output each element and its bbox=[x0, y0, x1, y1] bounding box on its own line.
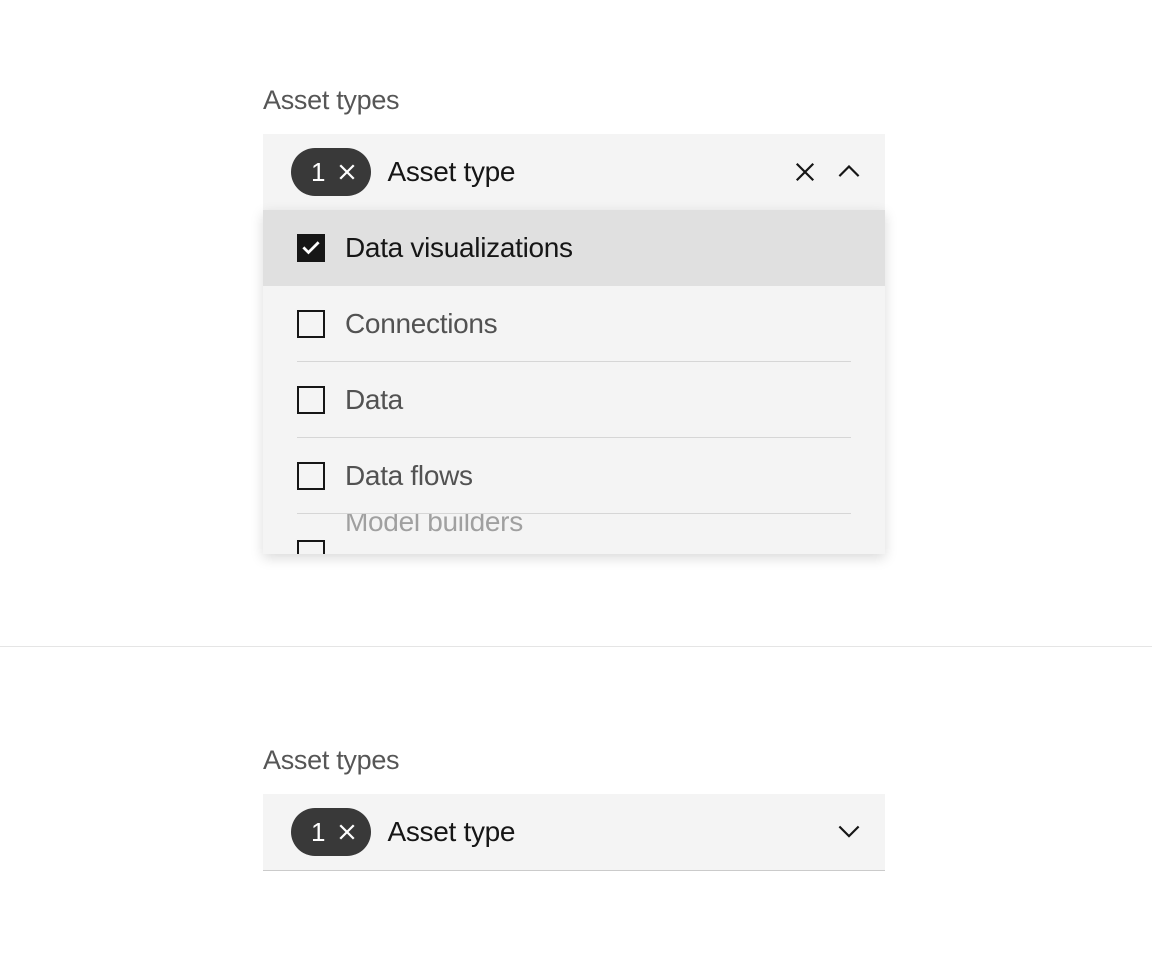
section-divider bbox=[0, 646, 1152, 647]
chevron-up-icon[interactable] bbox=[837, 160, 861, 184]
option-label: Data flows bbox=[345, 460, 473, 492]
multiselect-underline bbox=[263, 870, 885, 871]
dropdown-option-data[interactable]: Data bbox=[263, 362, 885, 438]
clear-selection-icon[interactable] bbox=[335, 820, 359, 844]
chevron-down-icon[interactable] bbox=[837, 820, 861, 844]
close-icon[interactable] bbox=[793, 160, 817, 184]
option-label: Data bbox=[345, 384, 403, 416]
dropdown-option-connections[interactable]: Connections bbox=[263, 286, 885, 362]
option-label: Data visualizations bbox=[345, 232, 573, 264]
multiselect-header-closed[interactable]: 1 Asset type bbox=[263, 794, 885, 870]
checkbox-unchecked[interactable] bbox=[297, 310, 325, 338]
dropdown-option-data-flows[interactable]: Data flows bbox=[263, 438, 885, 514]
checkbox-unchecked[interactable] bbox=[297, 540, 325, 554]
field-label: Asset types bbox=[263, 85, 885, 116]
header-icons bbox=[837, 820, 861, 844]
multiselect-header[interactable]: 1 Asset type bbox=[263, 134, 885, 210]
selection-count-number: 1 bbox=[311, 157, 325, 188]
multiselect-title: Asset type bbox=[387, 156, 793, 188]
checkbox-checked[interactable] bbox=[297, 234, 325, 262]
dropdown-list: Data visualizations Connections Data Dat… bbox=[263, 210, 885, 554]
multiselect-closed-section: Asset types 1 Asset type bbox=[263, 745, 885, 871]
header-icons bbox=[793, 160, 861, 184]
field-label: Asset types bbox=[263, 745, 885, 776]
selection-count-badge[interactable]: 1 bbox=[291, 148, 371, 196]
clear-selection-icon[interactable] bbox=[335, 160, 359, 184]
dropdown-option-model-builders[interactable]: Model builders bbox=[263, 514, 885, 554]
option-divider bbox=[297, 513, 851, 514]
checkbox-unchecked[interactable] bbox=[297, 462, 325, 490]
multiselect-open-section: Asset types 1 Asset type Data visualizat… bbox=[263, 85, 885, 554]
option-label: Connections bbox=[345, 308, 497, 340]
option-label: Model builders bbox=[345, 514, 523, 538]
selection-count-number: 1 bbox=[311, 817, 325, 848]
multiselect-title: Asset type bbox=[387, 816, 837, 848]
checkbox-unchecked[interactable] bbox=[297, 386, 325, 414]
selection-count-badge[interactable]: 1 bbox=[291, 808, 371, 856]
dropdown-option-data-visualizations[interactable]: Data visualizations bbox=[263, 210, 885, 286]
